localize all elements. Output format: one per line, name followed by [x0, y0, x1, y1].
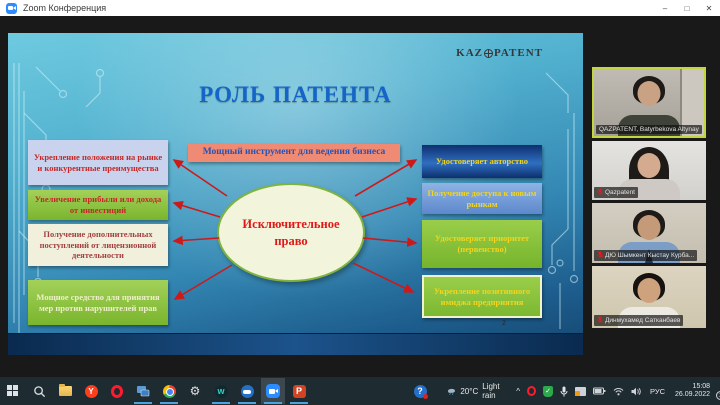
taskbar: Y ⚙ w P ? 20°C Light rain	[0, 377, 720, 405]
clock-date: 26.09.2022	[675, 391, 710, 399]
taskbar-webex[interactable]: w	[209, 378, 233, 404]
zoom-camera-icon	[266, 384, 280, 398]
mic-muted-icon	[597, 316, 603, 325]
mic-muted-icon	[597, 188, 603, 197]
participant-name-label: QAZPATENT, Batyrbekova Altynay	[596, 125, 702, 134]
maximize-button[interactable]: □	[676, 0, 698, 16]
weather-condition: Light rain	[482, 382, 504, 400]
left-box-profit-increase: Увеличение прибыли или дохода от инвести…	[28, 190, 168, 220]
video-tile-0[interactable]: QAZPATENT, Batyrbekova Altynay	[592, 67, 706, 138]
window-title: Zoom Конференция	[23, 3, 106, 13]
shared-screen-slide: KAZ PATENT РОЛЬ ПАТЕНТА Мощный инструмен…	[8, 33, 583, 355]
kazpatent-logo: KAZ PATENT	[456, 47, 543, 59]
kazpatent-logo-kaz: KAZ	[456, 47, 483, 59]
globe-icon	[484, 49, 493, 58]
left-box-license-income: Получение дополнительных поступлений от …	[28, 224, 168, 266]
close-button[interactable]: ✕	[698, 0, 720, 16]
computer-icon	[136, 385, 150, 398]
video-tile-2[interactable]: ДЮ Шымкент Кыстау Курба...	[592, 203, 706, 263]
clock-time: 15:08	[675, 383, 710, 391]
right-box-priority: Удостоверяет приоритет (первенство)	[422, 220, 542, 268]
window-controls: – □ ✕	[654, 0, 720, 16]
right-box-new-markets: Получение доступа к новым рынкам	[422, 183, 542, 214]
taskbar-get-help[interactable]: ?	[408, 378, 432, 404]
tray-opera-icon[interactable]	[527, 386, 536, 396]
participant-name-label: ДЮ Шымкент Кыстау Курба...	[594, 250, 697, 261]
taskbar-yandex-browser[interactable]: Y	[79, 378, 103, 404]
taskbar-this-pc[interactable]	[131, 378, 155, 404]
search-icon	[33, 385, 46, 398]
left-box-enforcement: Мощное средство для принятия мер против …	[28, 280, 168, 325]
taskbar-weather[interactable]: 20°C Light rain	[447, 382, 504, 400]
window-titlebar: Zoom Конференция – □ ✕	[0, 0, 720, 16]
participant-name: QAZPATENT, Batyrbekova Altynay	[599, 126, 699, 133]
help-icon: ?	[414, 385, 427, 398]
kazpatent-logo-patent: PATENT	[494, 47, 543, 59]
mic-muted-icon	[597, 251, 603, 260]
folder-icon	[59, 386, 72, 396]
taskbar-search[interactable]	[27, 378, 51, 404]
start-button[interactable]	[1, 378, 25, 404]
speaker-icon[interactable]	[631, 387, 642, 396]
language-indicator[interactable]: РУС	[650, 387, 665, 396]
tray-expand-caret-icon[interactable]: ^	[516, 387, 520, 396]
taskbar-file-explorer[interactable]	[53, 378, 77, 404]
taskbar-settings[interactable]: ⚙	[183, 378, 207, 404]
windows-logo-icon	[7, 385, 19, 397]
taskbar-clock[interactable]: 15:08 26.09.2022	[675, 383, 710, 399]
battery-icon[interactable]	[593, 387, 606, 395]
participant-name-label: Qazpatent	[594, 187, 638, 198]
participant-name: ДЮ Шымкент Кыстау Курба...	[605, 252, 694, 259]
taskbar-powerpoint[interactable]: P	[287, 378, 311, 404]
display-settings-icon[interactable]	[575, 387, 586, 396]
participant-name-label: Динмухамед Сатканбаев	[594, 315, 683, 326]
participant-name: Динмухамед Сатканбаев	[605, 317, 680, 324]
video-tile-1[interactable]: Qazpatent	[592, 141, 706, 200]
opera-icon	[111, 385, 123, 398]
video-tile-3[interactable]: Динмухамед Сатканбаев	[592, 266, 706, 328]
gear-icon: ⚙	[190, 385, 201, 397]
tray-microphone-icon[interactable]	[560, 386, 568, 397]
exclusive-right-ellipse: Исключительное право	[217, 183, 365, 282]
taskbar-chrome[interactable]	[157, 378, 181, 404]
zoom-app-icon	[6, 3, 17, 14]
slide-footer-band	[8, 333, 583, 355]
chrome-icon	[163, 385, 176, 398]
wifi-icon[interactable]	[613, 387, 624, 396]
rain-cloud-icon	[447, 386, 456, 397]
page-number: 2	[502, 320, 506, 327]
taskbar-cloud-app[interactable]	[235, 378, 259, 404]
right-box-image: Укрепление позитивного имиджа предприяти…	[422, 275, 542, 318]
taskbar-zoom[interactable]	[261, 378, 285, 404]
cloud-app-icon	[241, 385, 254, 398]
taskbar-opera[interactable]	[105, 378, 129, 404]
webex-icon: w	[215, 385, 228, 398]
yandex-icon: Y	[85, 385, 98, 398]
minimize-button[interactable]: –	[654, 0, 676, 16]
slide-title: РОЛЬ ПАТЕНТА	[8, 82, 583, 108]
right-box-authorship: Удостоверяет авторство	[422, 145, 542, 178]
weather-temp: 20°C	[460, 387, 478, 396]
banner-instrument: Мощный инструмент для ведения бизнеса	[188, 144, 400, 162]
participant-name: Qazpatent	[605, 189, 635, 196]
system-tray: ^ ✓	[516, 386, 642, 397]
powerpoint-icon: P	[293, 385, 306, 398]
left-box-market-position: Укрепление положения на рынке и конкурен…	[28, 140, 168, 185]
security-shield-icon[interactable]: ✓	[543, 386, 553, 397]
notification-badge: 1	[716, 391, 720, 400]
